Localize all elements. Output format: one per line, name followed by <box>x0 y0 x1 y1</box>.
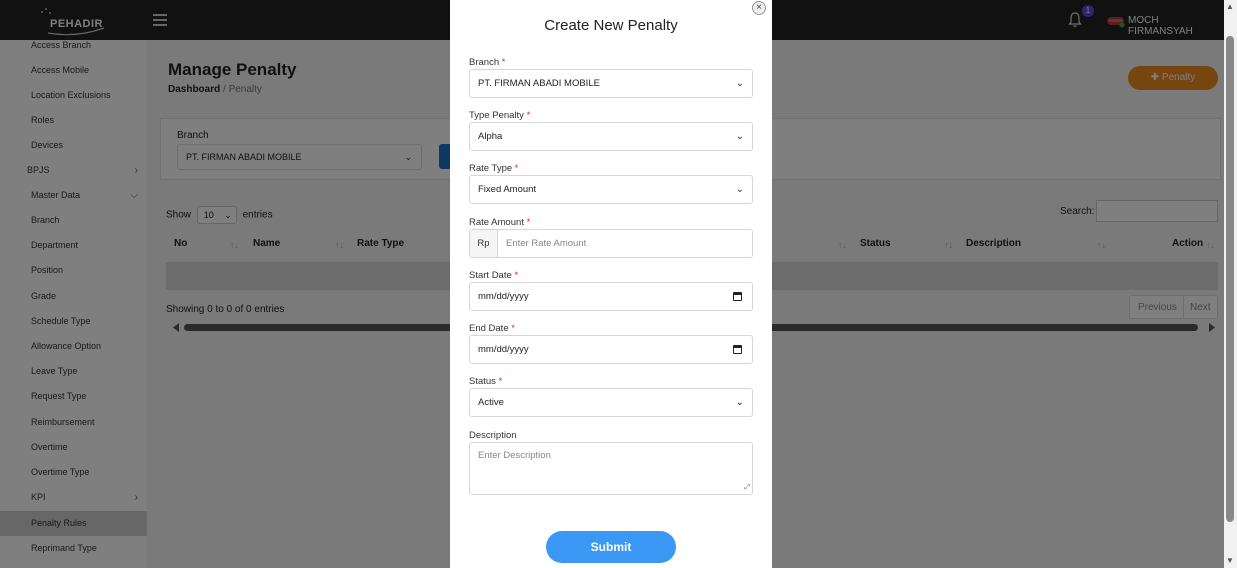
scroll-up-icon[interactable]: ▲ <box>1226 2 1234 11</box>
start-date-label-text: Start Date <box>469 270 512 281</box>
rate-type-label-text: Rate Type <box>469 163 513 174</box>
vertical-scrollbar[interactable]: ▲ ▼ <box>1224 0 1237 568</box>
rate-amount-label: Rate Amount * <box>469 217 530 228</box>
vertical-scroll-thumb[interactable] <box>1226 36 1234 522</box>
rate-type-value: Fixed Amount <box>478 184 537 195</box>
type-penalty-label-text: Type Penalty <box>469 110 524 121</box>
chevron-down-icon: ⌄ <box>735 184 744 195</box>
required-mark: * <box>498 376 503 387</box>
calendar-icon[interactable] <box>733 292 742 301</box>
rate-amount-placeholder: Enter Rate Amount <box>506 238 587 249</box>
status-label: Status * <box>469 376 502 387</box>
required-mark: * <box>511 323 515 334</box>
end-date-value: mm/dd/yyyy <box>478 344 529 355</box>
rate-type-select[interactable]: Fixed Amount ⌄ <box>469 175 753 204</box>
end-date-label: End Date * <box>469 323 515 334</box>
submit-button[interactable]: Submit <box>546 531 676 563</box>
end-date-input[interactable]: mm/dd/yyyy <box>469 335 753 364</box>
branch-label-text: Branch <box>469 57 500 68</box>
description-placeholder: Enter Description <box>478 450 551 461</box>
branch-select-value: PT. FIRMAN ABADI MOBILE <box>478 78 600 89</box>
type-penalty-value: Alpha <box>478 131 503 142</box>
modal-title: Create New Penalty <box>544 17 678 34</box>
description-textarea[interactable]: Enter Description ⤢ <box>469 442 753 495</box>
required-mark: * <box>526 110 531 121</box>
scroll-down-icon[interactable]: ▼ <box>1226 556 1234 565</box>
required-mark: * <box>514 270 519 281</box>
branch-label: Branch * <box>469 57 505 68</box>
required-mark: * <box>501 57 506 68</box>
calendar-icon[interactable] <box>733 345 742 354</box>
resize-handle-icon[interactable]: ⤢ <box>744 484 750 492</box>
start-date-value: mm/dd/yyyy <box>478 291 529 302</box>
required-mark: * <box>514 163 519 174</box>
description-label: Description <box>469 430 517 441</box>
start-date-label: Start Date * <box>469 270 518 281</box>
rate-type-label: Rate Type * <box>469 163 518 174</box>
status-label-text: Status <box>469 376 496 387</box>
type-penalty-label: Type Penalty * <box>469 110 530 121</box>
create-penalty-modal: Create New Penalty × Branch * PT. FIRMAN… <box>450 0 772 568</box>
chevron-down-icon: ⌄ <box>735 78 744 89</box>
type-penalty-select[interactable]: Alpha ⌄ <box>469 122 753 151</box>
close-icon[interactable]: × <box>752 1 766 15</box>
chevron-down-icon: ⌄ <box>735 131 744 142</box>
rate-amount-label-text: Rate Amount <box>469 217 524 228</box>
end-date-label-text: End Date <box>469 323 509 334</box>
rate-amount-input[interactable]: Rp Enter Rate Amount <box>469 229 753 258</box>
status-value: Active <box>478 397 504 408</box>
chevron-down-icon: ⌄ <box>735 397 744 408</box>
required-mark: * <box>526 217 531 228</box>
status-select[interactable]: Active ⌄ <box>469 388 753 417</box>
branch-select[interactable]: PT. FIRMAN ABADI MOBILE ⌄ <box>469 69 753 98</box>
start-date-input[interactable]: mm/dd/yyyy <box>469 282 753 311</box>
currency-prefix: Rp <box>470 230 498 257</box>
